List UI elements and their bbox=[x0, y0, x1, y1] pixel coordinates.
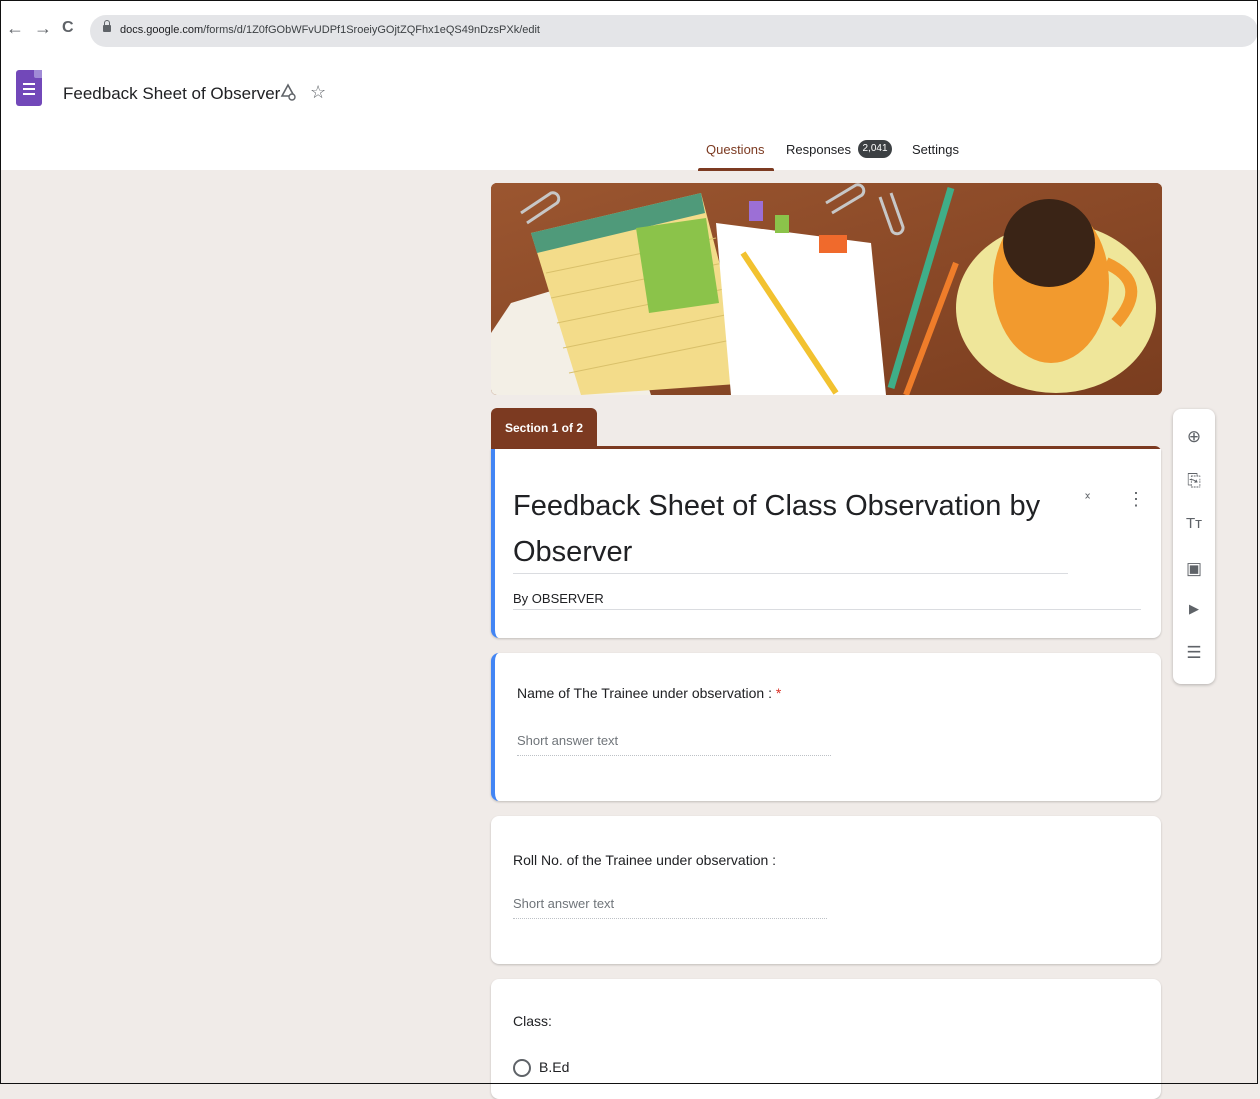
question-title: Roll No. of the Trainee under observatio… bbox=[513, 852, 777, 868]
add-image-icon[interactable]: ▣ bbox=[1173, 559, 1215, 579]
tab-responses[interactable]: Responses bbox=[786, 142, 851, 168]
folder-move-icon[interactable] bbox=[278, 82, 298, 107]
document-title[interactable]: Feedback Sheet of Observer bbox=[63, 84, 280, 104]
form-title-card[interactable]: Feedback Sheet of Class Observation by O… bbox=[491, 449, 1161, 638]
url-text: docs.google.com/forms/d/1Z0fGObWFvUDPf1S… bbox=[120, 24, 540, 36]
back-button[interactable]: ← bbox=[6, 18, 24, 38]
short-answer-line bbox=[517, 755, 831, 757]
short-answer-placeholder: Short answer text bbox=[517, 733, 619, 748]
description-underline bbox=[513, 609, 1141, 610]
tab-settings[interactable]: Settings bbox=[912, 142, 959, 168]
responses-count-badge: 2,041 bbox=[858, 140, 892, 158]
short-answer-placeholder: Short answer text bbox=[513, 896, 615, 911]
add-question-icon[interactable]: ⊕ bbox=[1173, 427, 1215, 447]
star-icon[interactable]: ☆ bbox=[310, 82, 326, 103]
tab-questions[interactable]: Questions bbox=[706, 142, 765, 168]
section-tab: Section 1 of 2 bbox=[491, 408, 597, 448]
required-asterisk: * bbox=[775, 685, 782, 701]
radio-option-label: B.Ed bbox=[539, 1059, 570, 1075]
add-title-icon[interactable]: Tт bbox=[1173, 515, 1215, 532]
add-section-icon[interactable]: ☰ bbox=[1173, 643, 1215, 663]
radio-option-bed[interactable] bbox=[513, 1059, 531, 1077]
browser-toolbar: ← → C docs.google.com/forms/d/1Z0fGObWFv… bbox=[0, 0, 1260, 56]
header-banner-image bbox=[491, 183, 1162, 395]
reload-button[interactable]: C bbox=[62, 18, 74, 38]
active-tab-indicator bbox=[698, 168, 774, 171]
question-card-class[interactable]: Class: B.Ed bbox=[491, 979, 1161, 1099]
address-bar[interactable]: docs.google.com/forms/d/1Z0fGObWFvUDPf1S… bbox=[90, 15, 1258, 47]
form-title[interactable]: Feedback Sheet of Class Observation by O… bbox=[513, 483, 1073, 575]
import-questions-icon[interactable]: ⎘ bbox=[1173, 471, 1215, 491]
short-answer-line bbox=[513, 918, 827, 920]
title-underline bbox=[513, 573, 1068, 574]
question-title: Class: bbox=[513, 1013, 552, 1029]
more-options-icon[interactable]: ⋮ bbox=[1127, 489, 1145, 510]
google-forms-logo-icon[interactable] bbox=[16, 70, 42, 106]
collapse-section-icon[interactable]: ⌄ ⌃ bbox=[1083, 488, 1092, 507]
question-card-trainee-name[interactable]: Name of The Trainee under observation : … bbox=[491, 653, 1161, 801]
form-description[interactable]: By OBSERVER bbox=[513, 591, 604, 606]
question-toolbar: ⊕ ⎘ Tт ▣ ▶ ☰ bbox=[1173, 409, 1215, 684]
lock-icon bbox=[103, 20, 111, 32]
add-video-icon[interactable]: ▶ bbox=[1173, 601, 1215, 617]
app-header: Feedback Sheet of Observer ☆ Questions R… bbox=[0, 56, 1260, 171]
question-title: Name of The Trainee under observation : … bbox=[517, 685, 782, 701]
forward-button[interactable]: → bbox=[34, 18, 52, 38]
question-card-roll-no[interactable]: Roll No. of the Trainee under observatio… bbox=[491, 816, 1161, 964]
